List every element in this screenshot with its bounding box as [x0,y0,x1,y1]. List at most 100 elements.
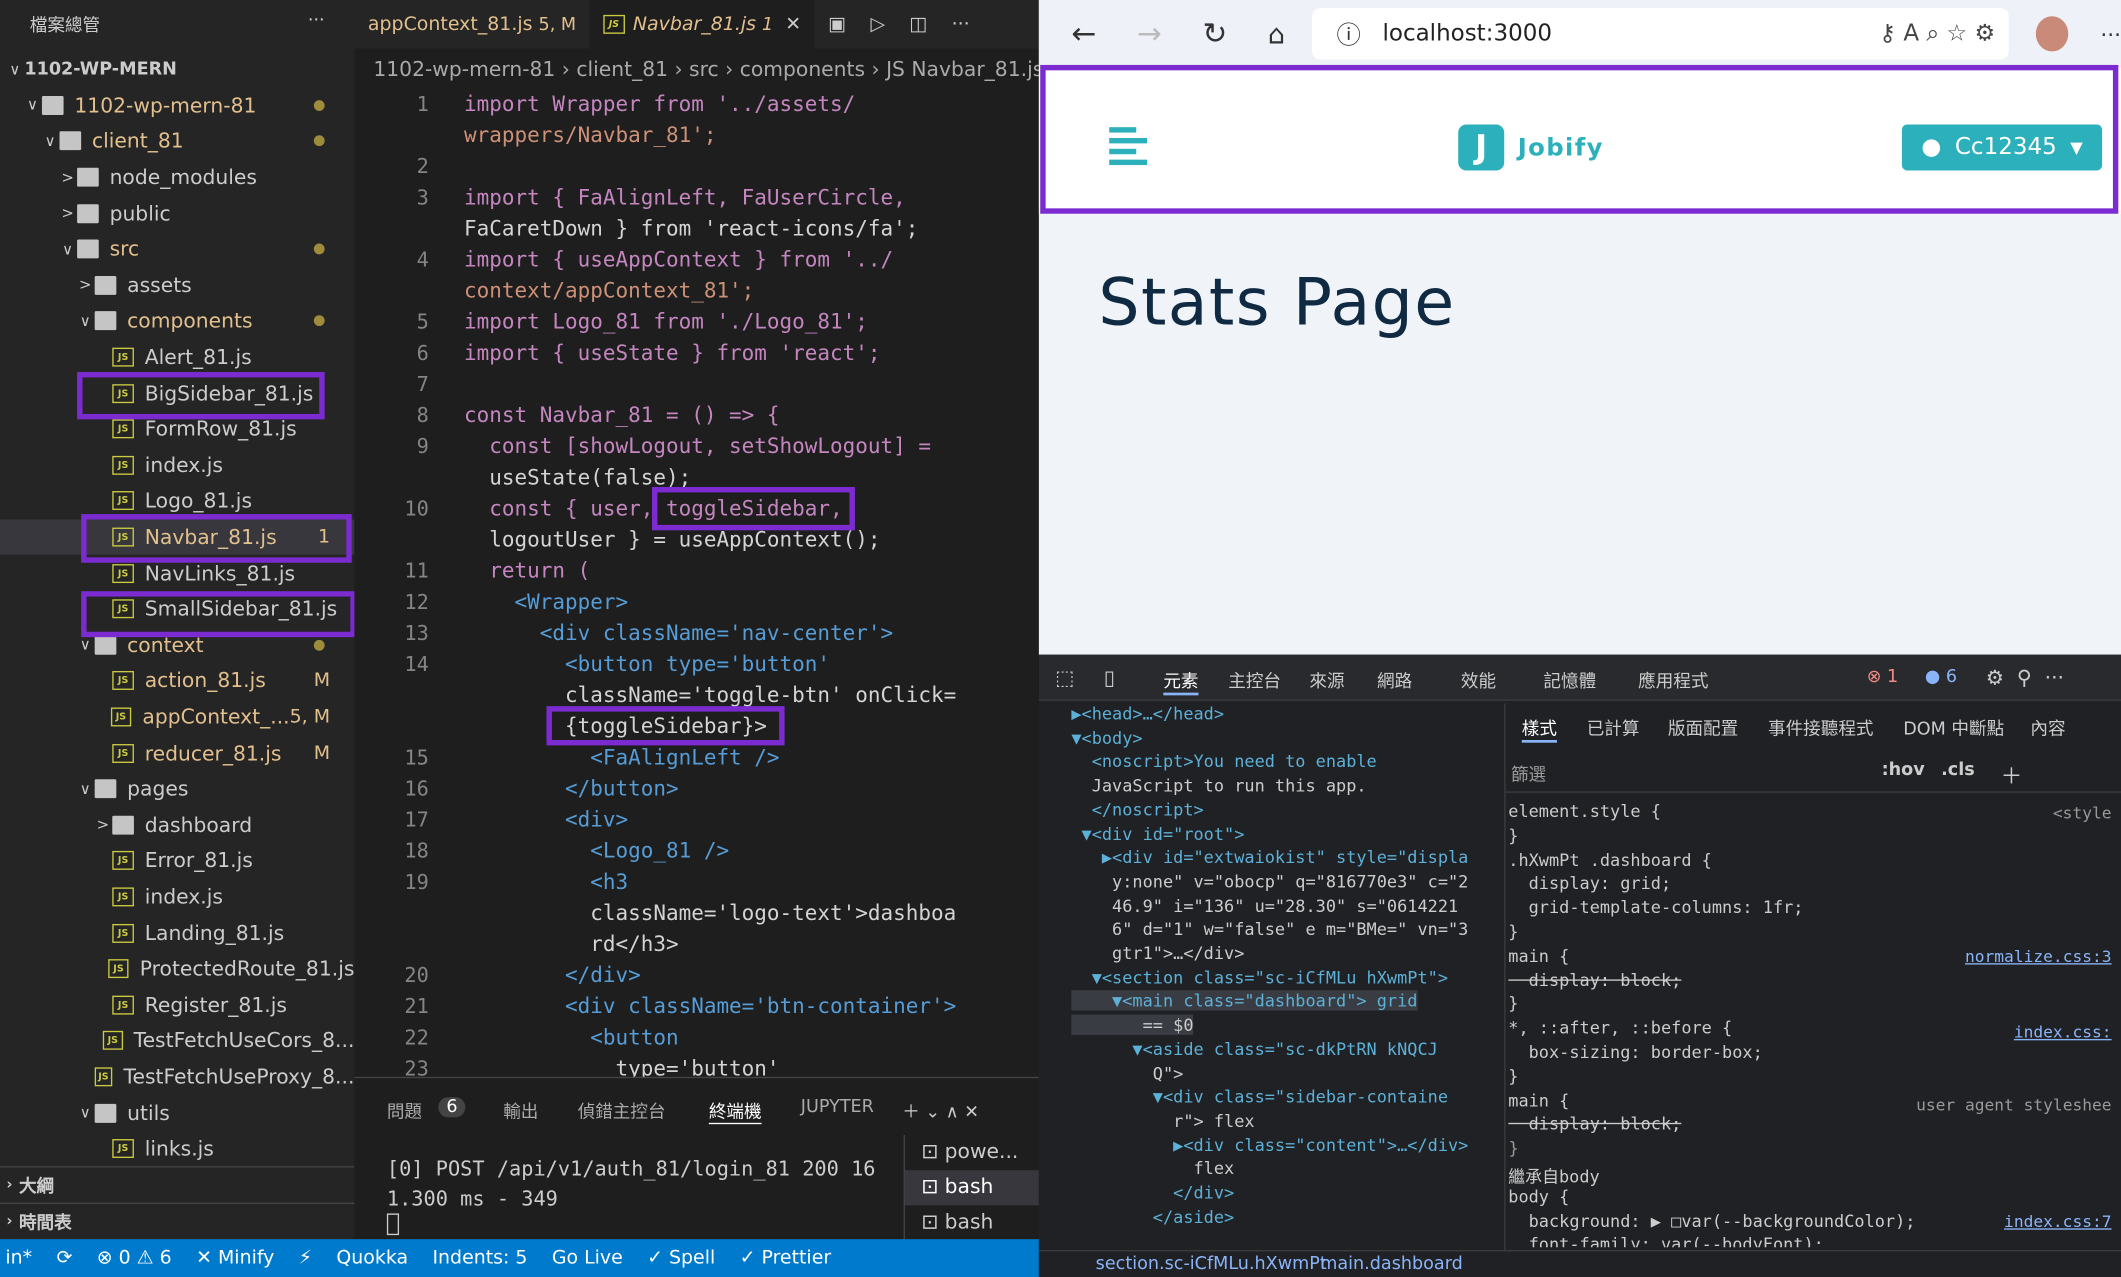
forward-icon[interactable]: → [1137,17,1162,51]
styles-tab[interactable]: 版面配置 [1668,714,1738,740]
outline-section[interactable]: › 大綱 [0,1166,355,1202]
folder-item[interactable]: ∨ 1102-WP-MERN [0,51,354,87]
style-source-link[interactable]: user agent styleshee [1916,1096,2111,1115]
more-actions-icon[interactable]: ··· [952,14,970,36]
devtools-tab[interactable]: 效能 [1461,667,1496,692]
dom-node-line[interactable]: </noscript> [1071,799,1204,819]
status-item[interactable]: ✓ Spell [647,1247,715,1269]
status-item[interactable]: ✕ Minify [196,1247,274,1269]
style-source-link[interactable]: normalize.css:3 [1965,947,2112,966]
file-item[interactable]: JS reducer_81.js M [0,735,354,771]
device-icon[interactable]: ▯ [1104,666,1115,690]
file-item[interactable]: JS Register_81.js [0,987,354,1023]
file-item[interactable]: JS ProtectedRoute_81.js [0,951,354,987]
timeline-section[interactable]: › 時間表 [0,1202,355,1239]
folder-item[interactable]: > assets [0,267,354,303]
dom-node-line[interactable]: gtr1">…</div> [1071,943,1244,963]
more-icon[interactable]: ··· [308,11,325,35]
home-icon[interactable]: ⌂ [1268,18,1285,50]
dom-node-line[interactable]: ▼<div id="root"> [1071,823,1245,843]
file-item[interactable]: JS Alert_81.js [0,339,354,375]
dom-node-line[interactable]: 46.9" i="136" u="28.30" s="0614221 [1071,895,1458,915]
dom-node-line[interactable]: JavaScript to run this app. [1071,775,1367,795]
tab-jupyter[interactable]: JUPYTER [801,1097,874,1117]
file-item[interactable]: JS index.js [0,879,354,915]
reload-icon[interactable]: ↻ [1202,17,1227,51]
info-icon[interactable]: ⓘ [1336,16,1360,51]
folder-item[interactable]: ∨ client_81 [0,123,354,159]
crumb-section[interactable]: section.sc-iCfMLu.hXwmPt [1096,1254,1327,1274]
address-actions[interactable]: ⚷ A ⌕ ☆ ⚙ [1879,20,1995,47]
style-source-link[interactable]: index.css:7 [2004,1212,2112,1231]
error-count[interactable]: ⊗ 1 [1867,667,1899,687]
styles-tab[interactable]: 事件接聽程式 [1768,714,1874,740]
style-rules[interactable]: element.style {} .hXwmPt .dashboard { dis… [1508,801,2117,1247]
crumb-main[interactable]: main.dashboard [1320,1254,1463,1274]
file-item[interactable]: JS links.js [0,1131,354,1167]
dom-node-line[interactable]: </aside> [1071,1206,1234,1226]
dom-node-line[interactable]: <noscript>You need to enable [1071,751,1377,771]
add-rule-icon[interactable]: ＋ [2001,758,2023,790]
style-source-link[interactable]: index.css: [2014,1023,2112,1042]
folder-item[interactable]: ∨ 1102-wp-mern-81 [0,87,354,123]
tab-navbar[interactable]: JS Navbar_81.js 1 ✕ [589,0,815,49]
close-tab-icon[interactable]: ✕ [785,14,801,36]
styles-tab[interactable]: 內容 [2030,714,2065,740]
dom-tree[interactable]: ▶<head>…</head> ▼<body> <noscript>You nee… [1039,703,1472,1250]
dom-node-line[interactable]: ▼<div class="sidebar-containe [1071,1087,1448,1107]
folder-item[interactable]: ∨ components [0,303,354,339]
dom-node-line[interactable]: y:none" v="obocp" q="816770e3" c="2 [1071,871,1468,891]
dom-node-line[interactable]: </div> [1071,1182,1234,1202]
file-item[interactable]: JS appContext_... 5, M [0,699,354,735]
dom-node-line[interactable]: ▼<section class="sc-iCfMLu hXwmPt"> [1071,967,1448,987]
status-item[interactable]: ✓ Prettier [740,1247,832,1269]
tab-debug-console[interactable]: 偵錯主控台 [578,1097,666,1123]
file-item[interactable]: JS Landing_81.js [0,915,354,951]
devtools-tab[interactable]: 記憶體 [1543,667,1596,692]
folder-item[interactable]: ∨ utils [0,1095,354,1131]
url-field[interactable]: ⓘ localhost:3000 ⚷ A ⌕ ☆ ⚙ [1312,8,2009,60]
status-item[interactable]: in* [5,1247,32,1269]
shell-item[interactable]: ⊡ powe... [905,1135,1039,1170]
code-editor[interactable]: 1 import Wrapper from '../assets/wrappers… [354,89,1039,1077]
dom-node-line[interactable]: ▶<head>…</head> [1071,703,1224,723]
dom-node-line[interactable]: r"> flex [1071,1111,1254,1131]
breadcrumb[interactable]: 1102-wp-mern-81 › client_81 › src › comp… [354,49,1039,90]
folder-item[interactable]: > public [0,195,354,231]
dom-node-line[interactable]: Q"> [1071,1063,1184,1083]
tab-appcontext[interactable]: appContext_81.js 5, M [354,0,589,49]
folder-item[interactable]: ∨ src [0,231,354,267]
styles-tab[interactable]: 已計算 [1587,714,1640,740]
filter-input[interactable]: 篩選 [1511,760,1546,786]
shell-item[interactable]: ⊡ bash [905,1205,1039,1240]
split-js-icon[interactable]: ▣ [828,14,846,36]
style-source-link[interactable]: <style [2053,804,2112,823]
dom-node-line[interactable]: flex [1071,1158,1234,1178]
devtools-tab[interactable]: 主控台 [1228,667,1281,692]
devtools-actions[interactable]: ⚙ ⚲ ··· [1986,666,2064,690]
devtools-tab[interactable]: 元素 [1163,667,1199,696]
status-item[interactable]: Go Live [552,1247,623,1269]
dom-node-line[interactable]: ▼<main class="dashboard"> grid [1071,990,1418,1012]
shell-item[interactable]: ⊡ bash [904,1170,1039,1206]
run-icon[interactable]: ▷ [870,14,885,36]
file-item[interactable]: JS index.js [0,447,354,483]
folder-item[interactable]: > node_modules [0,159,354,195]
devtools-tab[interactable]: 來源 [1309,667,1344,692]
status-item[interactable]: ⚡ [299,1247,312,1269]
styles-tab[interactable]: 樣式 [1521,714,1557,743]
info-count[interactable]: ● 6 [1925,667,1957,687]
status-item[interactable]: ⟳ [56,1247,72,1269]
profile-avatar[interactable] [2035,16,2068,52]
inspect-icon[interactable]: ⬚ [1055,666,1074,690]
file-item[interactable]: JS TestFetchUseCors_8... [0,1023,354,1059]
file-item[interactable]: JS TestFetchUseProxy_8... [0,1059,354,1095]
panel-actions[interactable]: ＋ ⌄ ∧ ✕ [902,1097,979,1123]
tab-output[interactable]: 輸出 [503,1097,538,1123]
cls-toggle[interactable]: .cls [1941,760,1975,780]
dom-node-line[interactable]: ▶<div class="content">…</div> [1071,1134,1468,1154]
tab-problems[interactable]: 問題 [387,1097,422,1123]
styles-tab[interactable]: DOM 中斷點 [1903,714,2004,740]
status-item[interactable]: Indents: 5 [432,1247,527,1269]
dom-node-line[interactable]: == $0 [1071,1014,1194,1036]
